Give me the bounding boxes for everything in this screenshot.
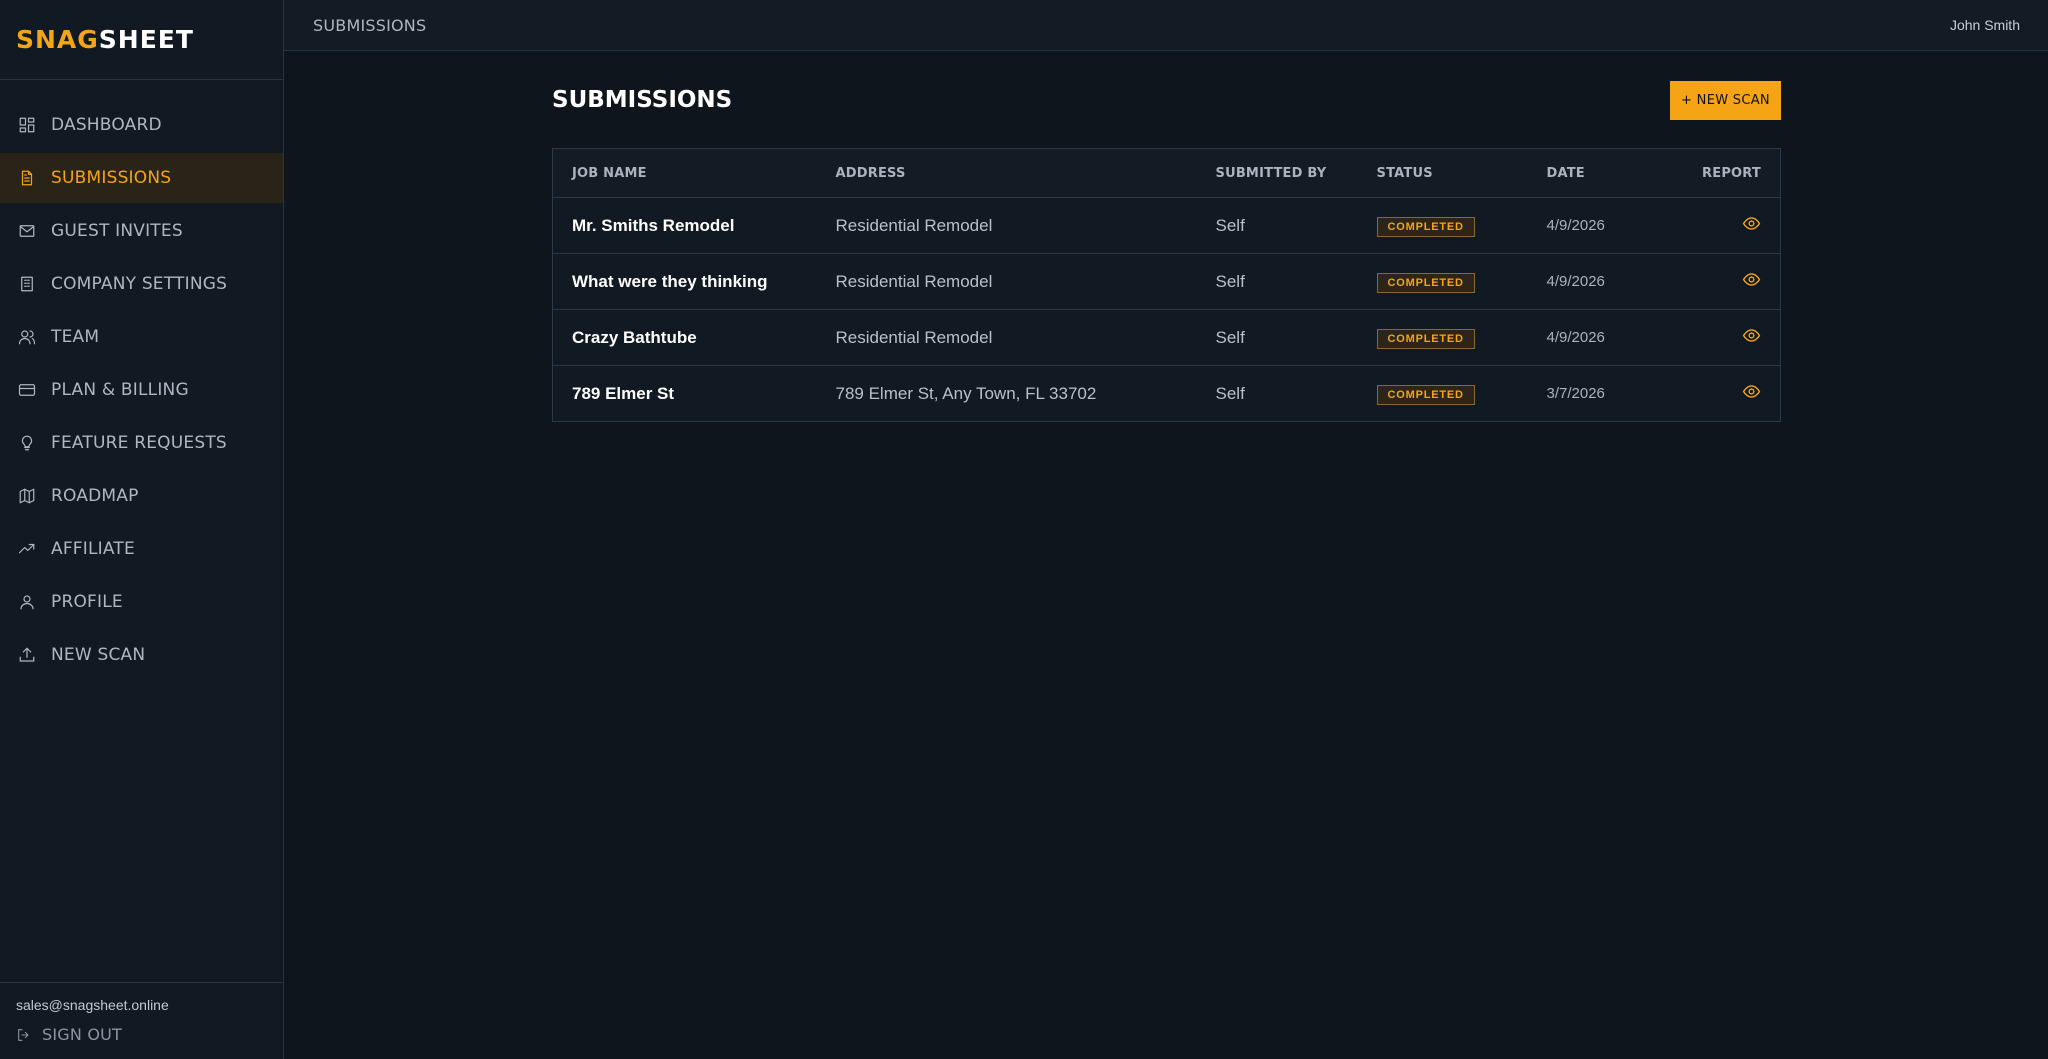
sidebar-item-submissions[interactable]: Submissions [0, 153, 283, 203]
document-icon [18, 169, 36, 187]
job-address: Residential Remodel [835, 271, 993, 291]
sidebar-item-company-settings[interactable]: Company Settings [0, 259, 283, 309]
sidebar-item-plan-billing[interactable]: Plan & Billing [0, 365, 283, 415]
submitted-by: Self [1215, 383, 1245, 403]
status-badge: Completed [1376, 272, 1475, 293]
submission-date: 4/9/2026 [1546, 273, 1605, 290]
user-icon [18, 593, 36, 611]
sidebar-item-label: Roadmap [51, 486, 139, 506]
status-cell: Completed [1376, 366, 1547, 422]
brand-logo-part2: SHEET [98, 25, 194, 54]
sidebar-item-label: Plan & Billing [51, 380, 189, 400]
sign-out-label: Sign Out [42, 1025, 123, 1044]
users-icon [18, 328, 36, 346]
page-header: Submissions + New Scan [552, 80, 1781, 120]
job-address: Residential Remodel [835, 327, 993, 347]
job-name[interactable]: Mr. Smiths Remodel [553, 198, 836, 254]
column-status[interactable]: Status [1376, 148, 1547, 198]
view-report-icon[interactable] [1742, 214, 1761, 233]
building-icon [18, 275, 36, 293]
sidebar: SNAG SHEET Dashboard Submissions Guest In… [0, 0, 284, 1059]
table-row[interactable]: Mr. Smiths Remodel Residential Remodel S… [552, 198, 1781, 254]
brand-logo-part1: SNAG [16, 25, 99, 54]
brand-logo[interactable]: SNAG SHEET [0, 0, 283, 80]
job-address: Residential Remodel [835, 215, 993, 235]
lightbulb-icon [18, 434, 36, 452]
credit-card-icon [18, 381, 36, 399]
map-icon [18, 487, 36, 505]
sidebar-item-label: Affiliate [51, 539, 135, 559]
sidebar-item-new-scan[interactable]: New Scan [0, 630, 283, 680]
sidebar-item-label: New Scan [51, 645, 146, 665]
trending-up-icon [18, 540, 36, 558]
status-cell: Completed [1376, 198, 1547, 254]
submissions-table: Job Name Address Submitted By Status Dat… [552, 148, 1781, 422]
account-email: sales@snagsheet.online [16, 997, 169, 1013]
status-badge: Completed [1376, 384, 1475, 405]
sidebar-nav: Dashboard Submissions Guest Invites Comp… [0, 80, 283, 680]
submitted-by: Self [1215, 327, 1245, 347]
submission-date: 4/9/2026 [1546, 217, 1605, 234]
submission-date: 4/9/2026 [1546, 329, 1605, 346]
upload-icon [18, 646, 36, 664]
report-cell [1677, 254, 1781, 310]
column-report: Report [1676, 148, 1781, 198]
column-submitted-by[interactable]: Submitted By [1215, 148, 1377, 198]
sidebar-item-label: Profile [51, 592, 123, 612]
user-name[interactable]: John Smith [1950, 17, 2020, 33]
sign-out-button[interactable]: Sign Out [16, 1025, 283, 1044]
sidebar-item-profile[interactable]: Profile [0, 577, 283, 627]
sign-out-icon [18, 1028, 29, 1041]
sidebar-item-label: Company Settings [51, 274, 228, 294]
status-cell: Completed [1376, 310, 1547, 366]
dashboard-icon [18, 116, 36, 134]
report-cell [1677, 198, 1781, 254]
sidebar-item-dashboard[interactable]: Dashboard [0, 100, 283, 150]
topbar: Submissions John Smith [284, 0, 2048, 51]
job-name[interactable]: Crazy Bathtube [553, 310, 836, 366]
sidebar-item-team[interactable]: Team [0, 312, 283, 362]
page-title: Submissions [552, 87, 733, 113]
table-row[interactable]: What were they thinking Residential Remo… [552, 254, 1781, 310]
status-cell: Completed [1376, 254, 1547, 310]
view-report-icon[interactable] [1742, 382, 1761, 401]
sidebar-item-roadmap[interactable]: Roadmap [0, 471, 283, 521]
sidebar-item-label: Submissions [51, 168, 172, 188]
table-header-row: Job Name Address Submitted By Status Dat… [552, 148, 1781, 198]
mail-icon [18, 222, 36, 240]
view-report-icon[interactable] [1742, 270, 1761, 289]
column-job-name[interactable]: Job Name [552, 148, 836, 198]
sidebar-item-label: Guest Invites [51, 221, 183, 241]
sidebar-footer: sales@snagsheet.online Sign Out [0, 982, 283, 1059]
sidebar-item-guest-invites[interactable]: Guest Invites [0, 206, 283, 256]
column-address[interactable]: Address [835, 148, 1216, 198]
table-row[interactable]: Crazy Bathtube Residential Remodel Self … [552, 310, 1781, 366]
view-report-icon[interactable] [1742, 326, 1761, 345]
job-address: 789 Elmer St, Any Town, FL 33702 [835, 383, 1097, 403]
submitted-by: Self [1215, 215, 1245, 235]
sidebar-item-label: Dashboard [51, 115, 162, 135]
status-badge: Completed [1376, 216, 1475, 237]
breadcrumb: Submissions [313, 15, 427, 35]
submitted-by: Self [1215, 271, 1245, 291]
job-name[interactable]: What were they thinking [553, 254, 836, 310]
sidebar-item-label: Team [51, 327, 100, 347]
new-scan-button[interactable]: + New Scan [1670, 80, 1781, 120]
report-cell [1677, 310, 1781, 366]
table-row[interactable]: 789 Elmer St 789 Elmer St, Any Town, FL … [552, 366, 1781, 422]
main-content: Submissions + New Scan Job Name Address … [552, 80, 1781, 422]
sidebar-item-feature-requests[interactable]: Feature Requests [0, 418, 283, 468]
sidebar-item-label: Feature Requests [51, 433, 227, 453]
column-date[interactable]: Date [1546, 148, 1677, 198]
job-name[interactable]: 789 Elmer St [553, 366, 836, 422]
report-cell [1677, 366, 1781, 422]
sidebar-item-affiliate[interactable]: Affiliate [0, 524, 283, 574]
submission-date: 3/7/2026 [1546, 385, 1605, 402]
status-badge: Completed [1376, 328, 1475, 349]
